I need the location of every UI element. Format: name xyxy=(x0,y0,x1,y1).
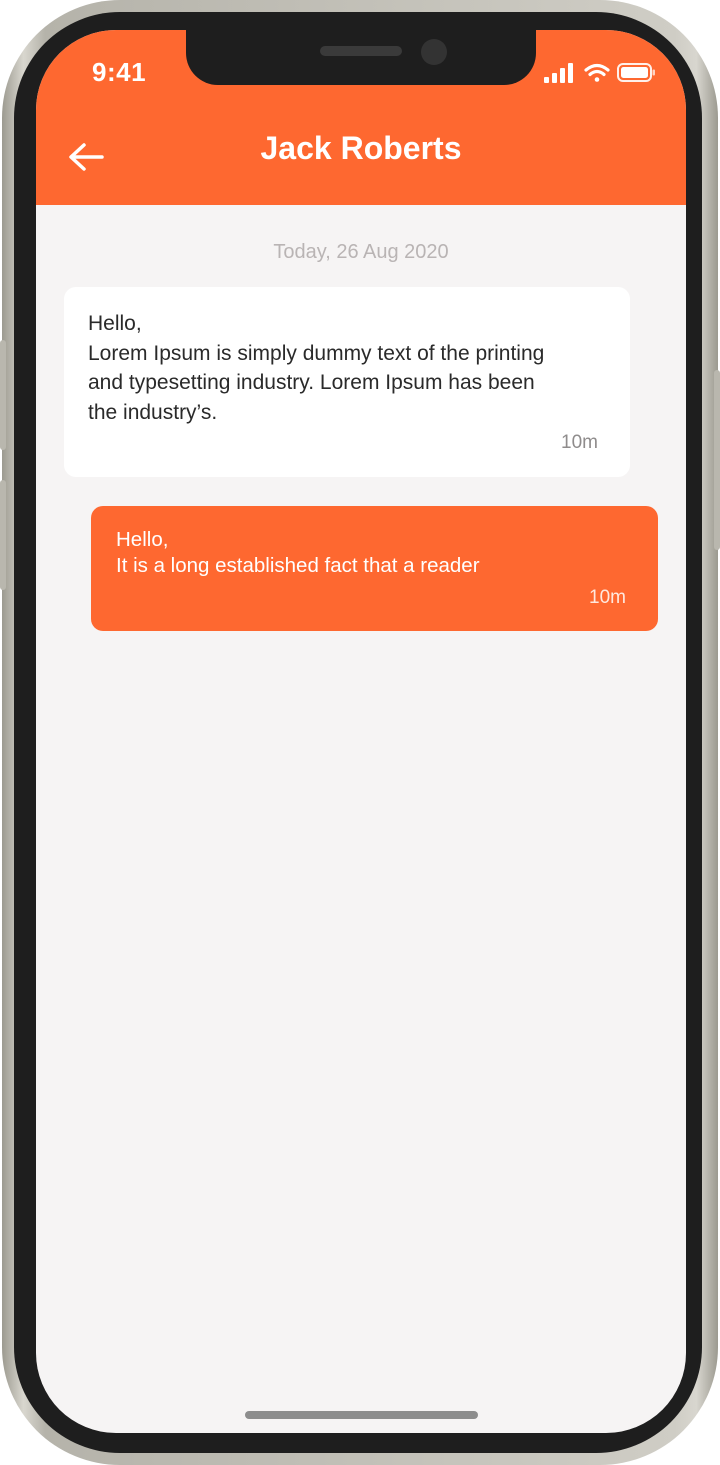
phone-side-button xyxy=(714,370,720,550)
cellular-signal-icon xyxy=(544,63,573,83)
phone-side-button xyxy=(0,340,6,450)
message-text: Hello, Lorem Ipsum is simply dummy text … xyxy=(88,312,545,424)
wifi-icon xyxy=(584,63,610,82)
phone-side-button xyxy=(0,480,6,590)
app-header: 9:41 Jack Roberts xyxy=(36,30,686,205)
status-icons xyxy=(544,62,656,84)
date-separator: Today, 26 Aug 2020 xyxy=(273,241,449,263)
message-time: 10m xyxy=(589,587,626,608)
status-time: 9:41 xyxy=(92,57,147,87)
message-text: Hello, It is a long established fact tha… xyxy=(116,528,480,577)
message-time: 10m xyxy=(561,432,598,453)
front-camera xyxy=(421,39,447,65)
screen: 9:41 Jack Roberts Today, 26 Aug 2020 Hel… xyxy=(36,30,686,1433)
battery-icon xyxy=(617,63,655,82)
speaker xyxy=(320,46,402,56)
home-indicator[interactable] xyxy=(245,1411,478,1419)
message-outgoing[interactable]: Hello, It is a long established fact tha… xyxy=(91,506,658,631)
message-incoming[interactable]: Hello, Lorem Ipsum is simply dummy text … xyxy=(64,287,630,477)
chat-title: Jack Roberts xyxy=(260,130,462,166)
notch xyxy=(186,30,536,85)
